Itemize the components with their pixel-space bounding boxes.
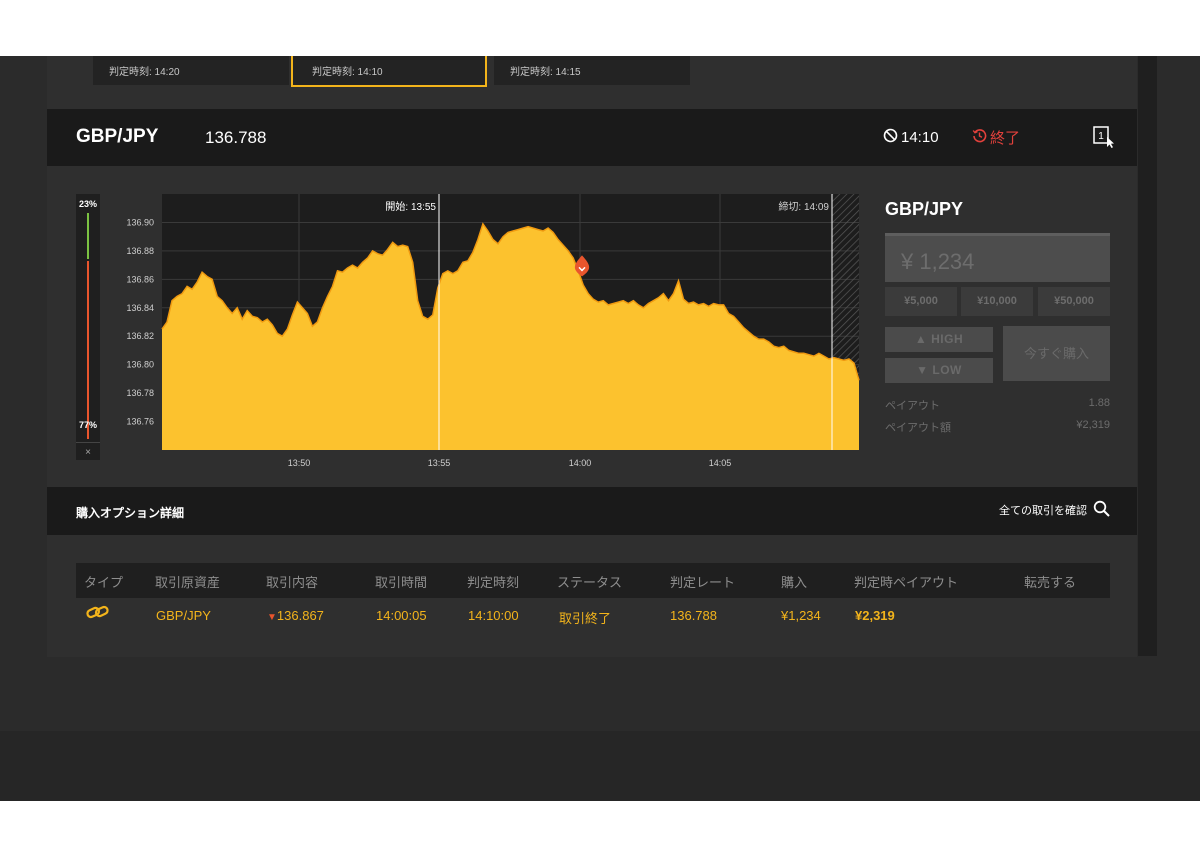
asset-header: GBP/JPY 136.788 14:10 終了 1 <box>47 109 1137 166</box>
y-tick-label: 136.80 <box>126 360 154 370</box>
down-arrow-icon: ▼ <box>916 363 929 377</box>
scroll-gutter <box>1138 56 1157 656</box>
column-header: ステータス <box>557 575 623 590</box>
column-header: 判定時ペイアウト <box>854 575 959 590</box>
price-chart: 136.90 136.88 136.86 136.84 136.82 136.80 136.… <box>126 194 860 468</box>
start-marker-label: 開始: 13:55 <box>385 200 436 213</box>
column-header: 転売する <box>1024 575 1077 590</box>
buy-now-button[interactable]: 今すぐ購入 <box>1003 326 1110 381</box>
cell-asset: GBP/JPY <box>156 608 211 623</box>
low-label: LOW <box>932 363 962 377</box>
column-header: 購入 <box>781 575 808 590</box>
timer-text: 14:10 <box>901 129 939 146</box>
app-window: 判定時刻: 14:20 判定時刻: 14:10 判定時刻: 14:15 GBP/… <box>0 56 1200 801</box>
all-trades-link[interactable]: 全ての取引を確認 <box>999 500 1110 520</box>
y-tick-label: 136.76 <box>126 417 154 427</box>
payout-amount-label: ペイアウト額 <box>885 422 951 434</box>
tab-expiry-1415[interactable]: 判定時刻: 14:15 <box>494 56 690 85</box>
asset-pair: GBP/JPY <box>76 126 159 147</box>
search-icon <box>1093 500 1110 520</box>
up-arrow-icon: ▲ <box>914 332 928 346</box>
amount-input[interactable]: ¥ 1,234 <box>885 233 1110 282</box>
tab-expiry-1410[interactable]: 判定時刻: 14:10 <box>291 56 487 87</box>
clock-slash-icon <box>883 128 898 147</box>
x-tick-label: 13:55 <box>428 458 451 468</box>
quick-amount-5000[interactable]: ¥5,000 <box>885 287 957 316</box>
cell-judge-time: 14:10:00 <box>468 608 519 623</box>
history-icon <box>972 128 987 147</box>
y-tick-label: 136.90 <box>126 217 154 227</box>
svg-text:1: 1 <box>1098 131 1104 142</box>
y-tick-label: 136.88 <box>126 246 154 256</box>
quick-amount-10000[interactable]: ¥10,000 <box>961 287 1033 316</box>
all-trades-label: 全ての取引を確認 <box>999 505 1087 517</box>
purchase-pair: GBP/JPY <box>885 199 964 219</box>
payout-value: 1.88 <box>1088 397 1110 409</box>
expiry-timer: 14:10 <box>883 128 939 147</box>
cell-payout: ¥2,319 <box>855 608 895 623</box>
amount-placeholder: ¥ 1,234 <box>901 249 975 274</box>
column-header: 取引原資産 <box>155 575 221 590</box>
y-tick-label: 136.78 <box>126 388 154 398</box>
quick-amount-50000[interactable]: ¥50,000 <box>1038 287 1110 316</box>
column-header: 判定レート <box>670 575 736 590</box>
trade-status: 終了 <box>972 127 1020 148</box>
status-text: 終了 <box>990 130 1021 147</box>
tab-label: 判定時刻: 14:10 <box>312 67 383 78</box>
cell-content: ▼136.867 <box>267 608 324 623</box>
expand-window-icon[interactable]: 1 <box>1093 125 1115 154</box>
column-header: タイプ <box>84 575 124 590</box>
content-rate: 136.867 <box>276 608 324 623</box>
high-label: HIGH <box>931 332 964 346</box>
x-tick-label: 14:05 <box>709 458 732 468</box>
details-title: 購入オプション詳細 <box>76 506 185 520</box>
column-header: 判定時刻 <box>467 575 520 590</box>
tab-expiry-1420[interactable]: 判定時刻: 14:20 <box>93 56 289 85</box>
purchase-details-bar: 購入オプション詳細 全ての取引を確認 <box>47 487 1137 535</box>
cell-judge-rate: 136.788 <box>670 608 717 623</box>
low-button[interactable]: ▼ LOW <box>885 358 993 383</box>
x-tick-label: 13:50 <box>288 458 311 468</box>
column-header: 取引時間 <box>375 575 428 590</box>
column-header: 取引内容 <box>266 575 319 590</box>
current-price: 136.788 <box>205 128 267 147</box>
cell-trade-time: 14:00:05 <box>376 608 427 623</box>
expiry-tabs: 判定時刻: 14:20 判定時刻: 14:10 判定時刻: 14:15 <box>47 56 1137 109</box>
footer-band <box>0 731 1200 801</box>
payout-amount-row: ペイアウト額 ¥2,319 <box>885 419 1110 435</box>
y-tick-label: 136.84 <box>126 303 154 313</box>
payout-label: ペイアウト <box>885 400 940 412</box>
cell-status: 取引終了 <box>559 611 612 626</box>
cell-purchase: ¥1,234 <box>781 608 821 623</box>
close-marker-label: 締切: 14:09 <box>778 200 829 213</box>
low-direction-icon: ▼ <box>267 612 277 623</box>
x-tick-label: 14:00 <box>569 458 592 468</box>
trading-panel: 判定時刻: 14:20 判定時刻: 14:10 判定時刻: 14:15 GBP/… <box>47 56 1137 657</box>
chart-area: 23% 77% × 136.90 136.88 136.86 136.84 136.82… <box>47 166 1137 487</box>
y-tick-label: 136.82 <box>126 331 154 341</box>
high-button[interactable]: ▲ HIGH <box>885 327 993 352</box>
tab-label: 判定時刻: 14:15 <box>510 67 581 78</box>
y-tick-label: 136.86 <box>126 274 154 284</box>
table-header: タイプ 取引原資産 取引内容 取引時間 判定時刻 ステータス 判定レート 購入 … <box>76 563 1110 598</box>
tab-label: 判定時刻: 14:20 <box>109 67 180 78</box>
link-icon <box>85 603 111 624</box>
payout-amount-value: ¥2,319 <box>1076 419 1110 431</box>
payout-row: ペイアウト 1.88 <box>885 397 1110 413</box>
